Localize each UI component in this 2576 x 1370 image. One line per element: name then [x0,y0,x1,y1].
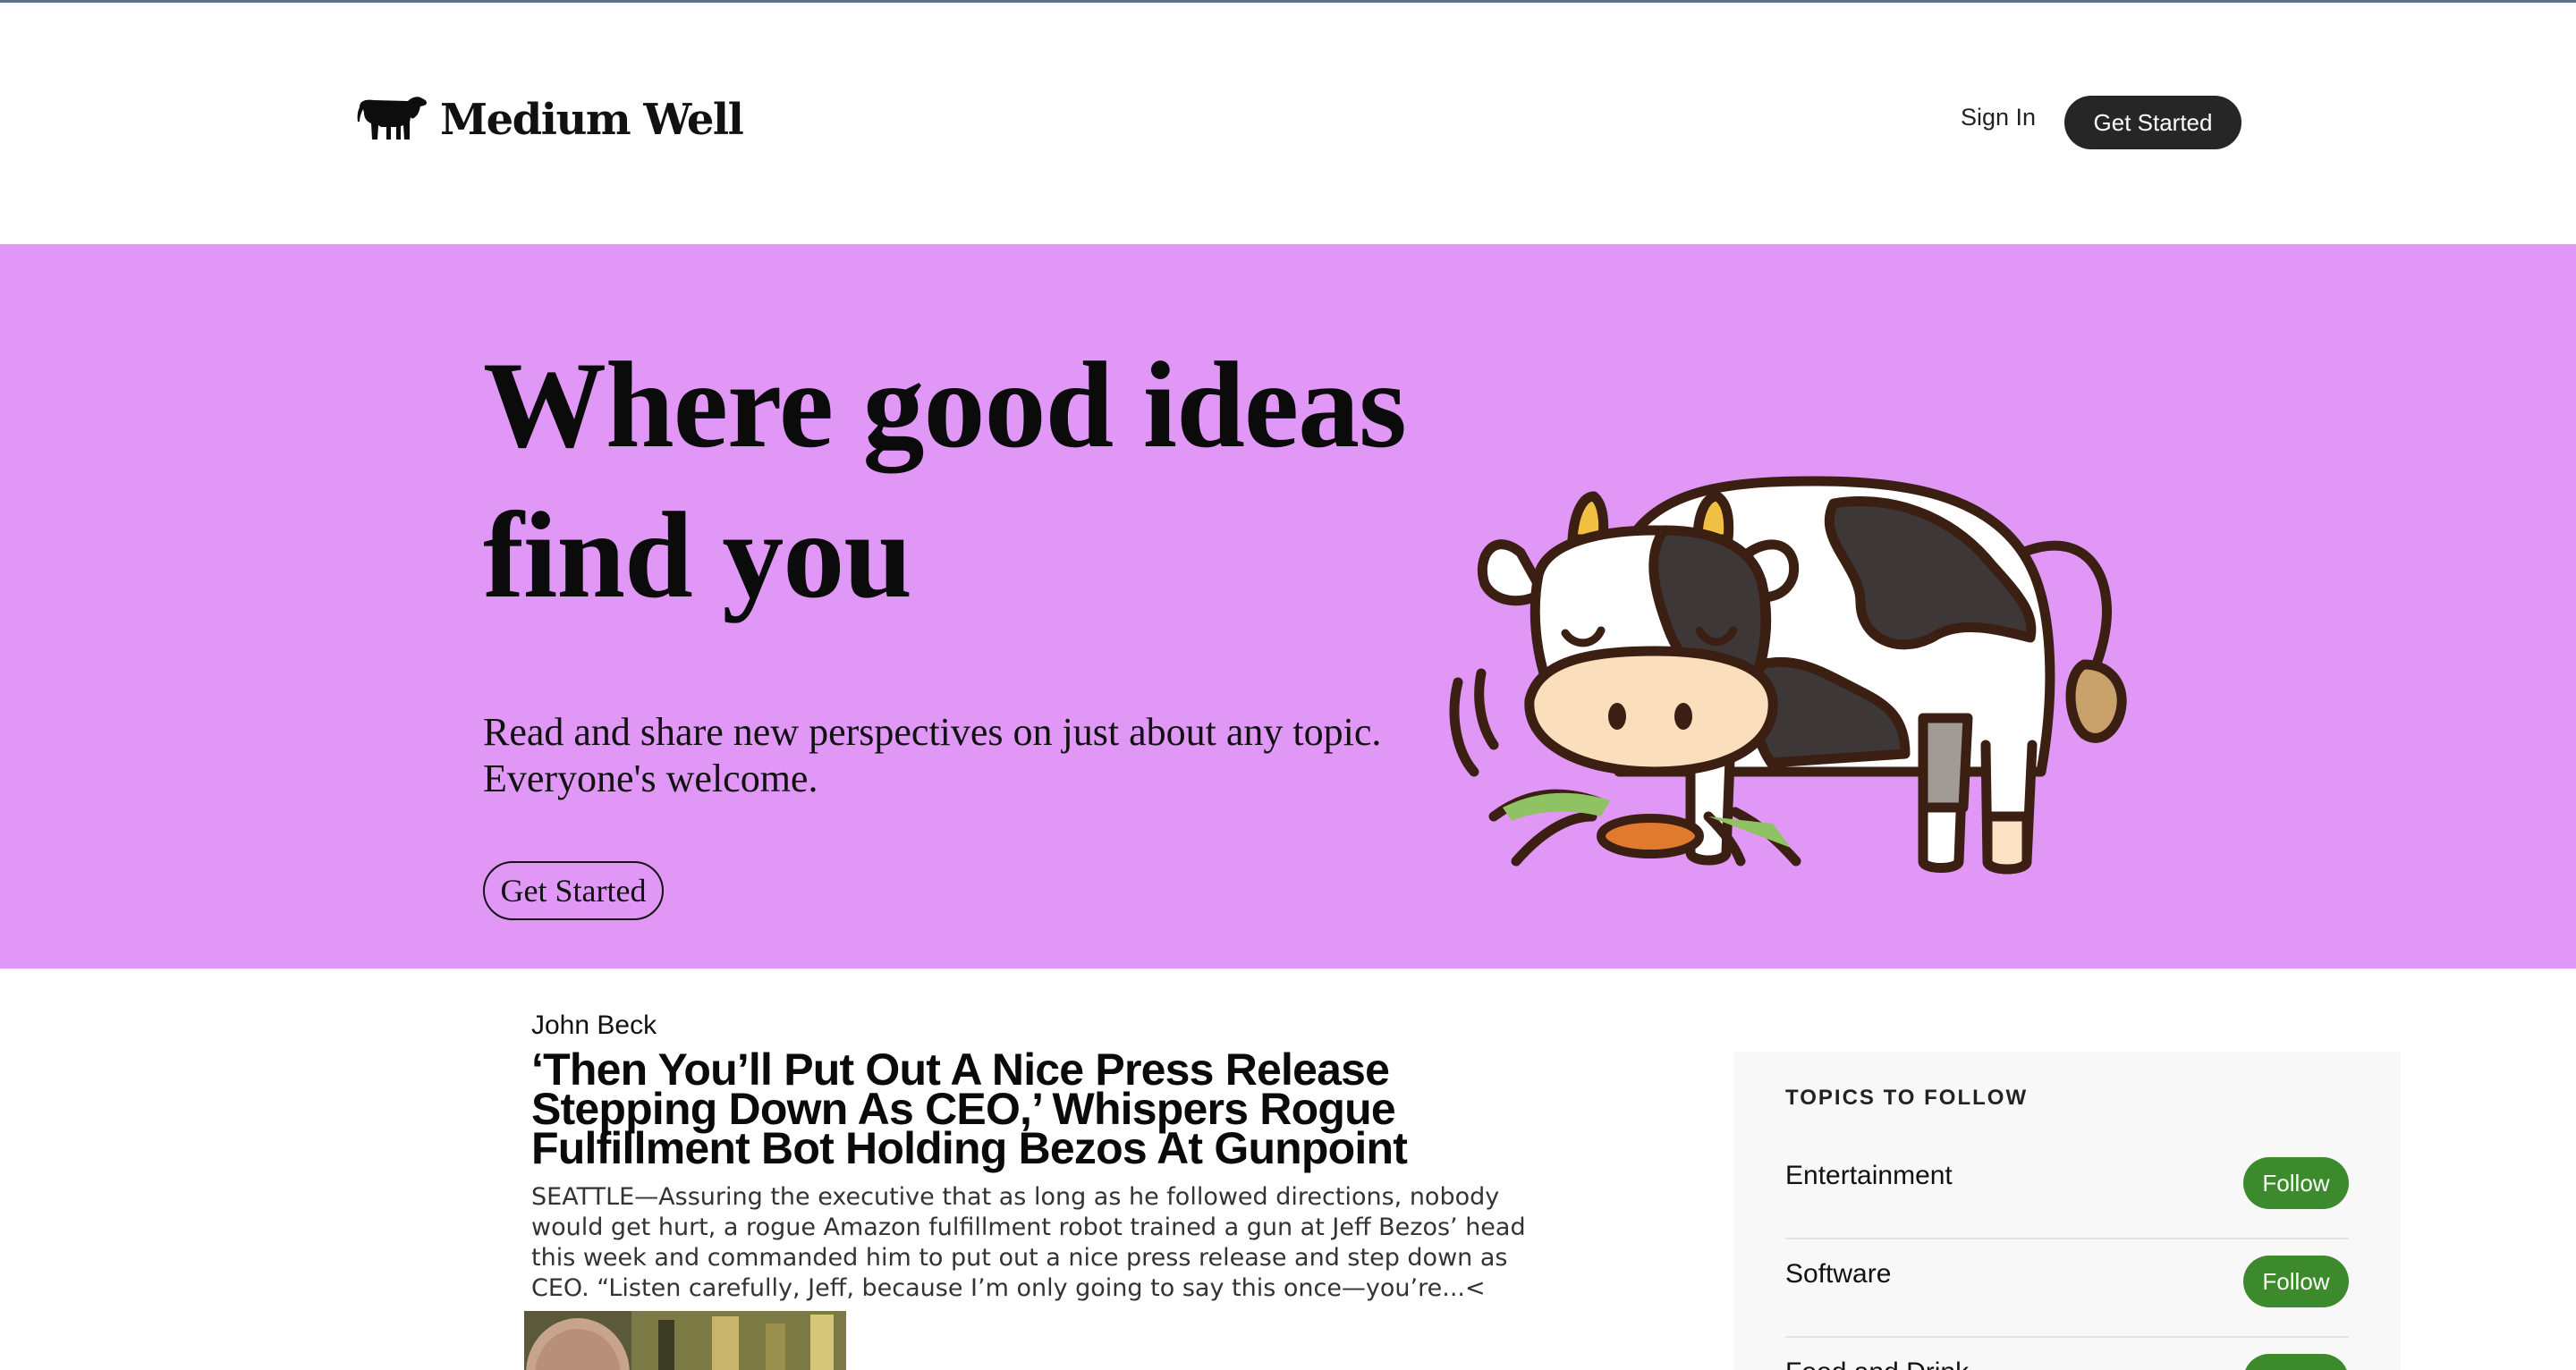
topic-name[interactable]: Food and Drink [1785,1357,1969,1370]
topics-heading: TOPICS TO FOLLOW [1785,1086,2029,1110]
follow-food-and-drink-button[interactable]: Follow [2243,1354,2349,1370]
topics-to-follow-panel: TOPICS TO FOLLOW Entertainment Follow So… [1733,1052,2401,1370]
featured-article[interactable]: John Beck ‘Then You’ll Put Out A Nice Pr… [531,1011,1569,1304]
follow-software-button[interactable]: Follow [2243,1256,2349,1307]
article-photo [524,1311,846,1370]
topic-row-entertainment: Entertainment Follow [1785,1141,2349,1239]
topic-row-software: Software Follow [1785,1239,2349,1338]
article-headline[interactable]: ‘Then You’ll Put Out A Nice Press Releas… [531,1047,1551,1171]
topic-name[interactable]: Software [1785,1259,1891,1290]
sign-in-link[interactable]: Sign In [1961,104,2036,131]
follow-entertainment-button[interactable]: Follow [2243,1157,2349,1209]
topic-row-food-and-drink: Food and Drink Follow [1785,1338,2349,1370]
article-excerpt: SEATTLE—Assuring the executive that as l… [531,1183,1526,1302]
header-get-started-button[interactable]: Get Started [2064,96,2241,149]
hero-title: Where good ideas find you [483,336,1407,623]
hero-subtitle: Read and share new perspectives on just … [483,710,1382,800]
article-author[interactable]: John Beck [531,1011,1569,1041]
cow-silhouette-icon [357,97,427,140]
hero-get-started-button[interactable]: Get Started [483,861,664,920]
site-logo[interactable]: Medium Well [354,89,744,151]
site-header: Medium Well Sign In Get Started [0,3,2576,244]
brand-name: Medium Well [440,95,744,145]
topic-name[interactable]: Entertainment [1785,1161,1953,1191]
grazing-cow-illustration [1449,476,2127,875]
article-thumbnail[interactable] [524,1311,846,1370]
hero-section: Where good ideas find you Read and share… [0,244,2576,968]
